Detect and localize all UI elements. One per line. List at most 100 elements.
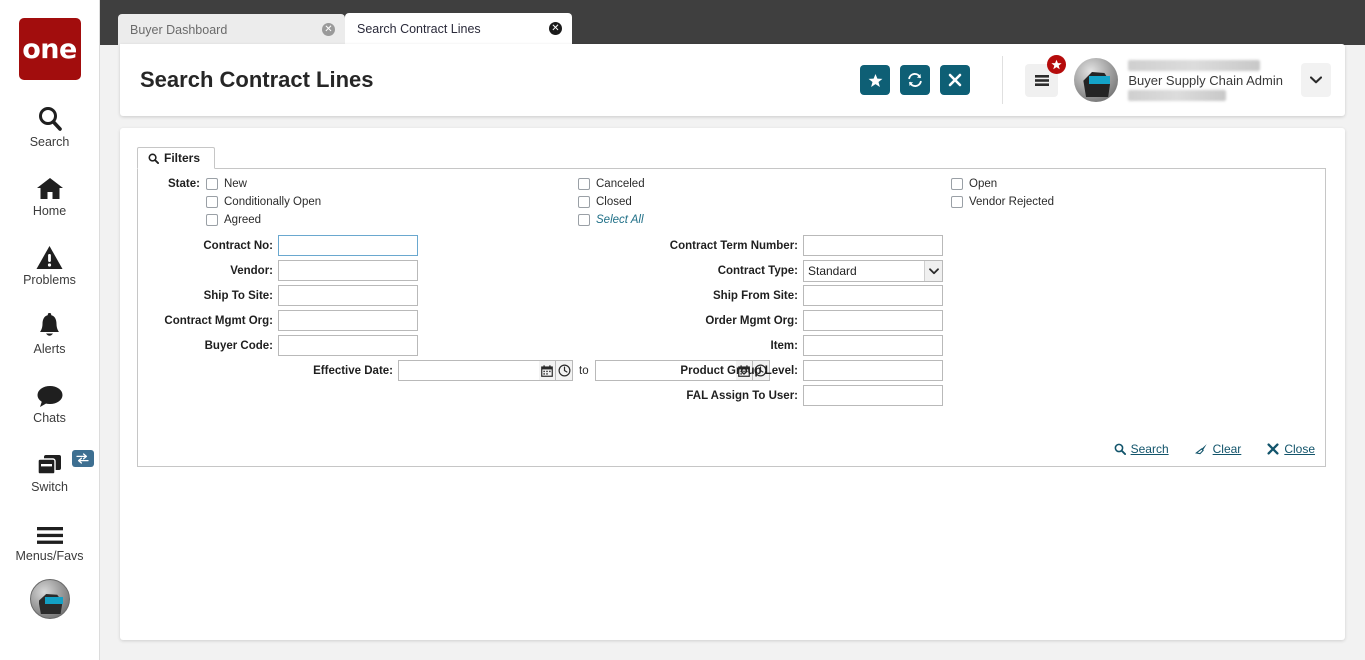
header-menu-button[interactable]: [1025, 64, 1058, 97]
panel-tab-row: Filters: [137, 147, 1326, 169]
field-contract-type-label: Contract Type:: [718, 265, 798, 277]
field-contract-no-label: Contract No:: [203, 240, 273, 252]
contract-term-number-input[interactable]: [803, 235, 943, 256]
hamburger-icon: [36, 516, 64, 546]
checkbox-open[interactable]: [951, 178, 963, 190]
sidebar-item-search[interactable]: Search: [0, 102, 100, 149]
field-contract-mgmt-org: Contract Mgmt Org:: [138, 310, 418, 331]
swap-arrows-icon[interactable]: [72, 450, 94, 467]
sidebar-item-label: Search: [30, 135, 70, 149]
tab-filters-label: Filters: [164, 151, 200, 165]
close-action-link[interactable]: Close: [1267, 442, 1315, 456]
state-row-closed: Closed: [578, 196, 632, 208]
clear-action-link[interactable]: Clear: [1195, 442, 1242, 456]
chevron-down-icon: [1310, 76, 1322, 84]
home-icon: [36, 171, 64, 201]
ship-to-site-input[interactable]: [278, 285, 418, 306]
buyer-code-input[interactable]: [278, 335, 418, 356]
field-item-label: Item:: [771, 340, 798, 352]
effective-date-from-input[interactable]: [398, 360, 539, 381]
search-icon: [148, 153, 159, 164]
state-row-select-all: Select All: [578, 214, 644, 226]
chat-bubble-icon: [36, 378, 64, 408]
state-row-agreed: Agreed: [206, 214, 261, 226]
sidebar-item-menus-favs[interactable]: Menus/Favs: [0, 516, 100, 563]
checkbox-select-all-label[interactable]: Select All: [596, 214, 644, 226]
item-input[interactable]: [803, 335, 943, 356]
checkbox-new-label: New: [224, 178, 247, 190]
contract-mgmt-org-input[interactable]: [278, 310, 418, 331]
field-buyer-code-label: Buyer Code:: [205, 340, 273, 352]
search-action-link[interactable]: Search: [1114, 442, 1169, 456]
x-icon: [1267, 443, 1279, 455]
checkbox-agreed[interactable]: [206, 214, 218, 226]
user-menu-dropdown[interactable]: [1301, 63, 1331, 97]
checkbox-open-label: Open: [969, 178, 997, 190]
clock-icon[interactable]: [556, 360, 573, 381]
ship-from-site-input[interactable]: [803, 285, 943, 306]
checkbox-select-all[interactable]: [578, 214, 590, 226]
close-button[interactable]: [940, 65, 970, 95]
bell-icon: [37, 309, 62, 339]
x-icon: [948, 73, 962, 87]
contract-no-input[interactable]: [278, 235, 418, 256]
left-sidebar: one Search Home Problems Alerts Chats: [0, 0, 100, 660]
field-contract-no: Contract No:: [138, 235, 418, 256]
checkbox-new[interactable]: [206, 178, 218, 190]
header-divider: [1002, 56, 1003, 104]
checkbox-agreed-label: Agreed: [224, 214, 261, 226]
close-circle-icon[interactable]: ✕: [549, 22, 562, 35]
calendar-icon[interactable]: [539, 360, 556, 381]
product-group-level-input[interactable]: [803, 360, 943, 381]
app-logo[interactable]: one: [19, 18, 81, 80]
state-row-canceled: Canceled: [578, 178, 645, 190]
sidebar-item-alerts[interactable]: Alerts: [0, 309, 100, 356]
field-fal-assign-to-user: FAL Assign To User:: [698, 385, 943, 406]
chevron-down-icon[interactable]: [924, 261, 942, 281]
field-vendor-label: Vendor:: [230, 265, 273, 277]
field-ship-from-site: Ship From Site:: [698, 285, 943, 306]
contract-type-select[interactable]: Standard: [803, 260, 943, 282]
field-fal-assign-to-user-label: FAL Assign To User:: [686, 390, 798, 402]
state-row-new: State: New: [168, 178, 247, 190]
sidebar-item-switch[interactable]: Switch: [0, 447, 100, 494]
tab-search-contract-lines[interactable]: Search Contract Lines ✕: [345, 13, 572, 47]
favorite-button[interactable]: [860, 65, 890, 95]
field-order-mgmt-org: Order Mgmt Org:: [698, 310, 943, 331]
checkbox-closed[interactable]: [578, 196, 590, 208]
redacted-company-name: [1128, 60, 1260, 71]
eraser-icon: [1195, 443, 1208, 455]
sidebar-item-problems[interactable]: Problems: [0, 240, 100, 287]
sidebar-item-chats[interactable]: Chats: [0, 378, 100, 425]
order-mgmt-org-input[interactable]: [803, 310, 943, 331]
checkbox-conditionally-open[interactable]: [206, 196, 218, 208]
field-effective-date: Effective Date: to: [138, 360, 770, 381]
field-contract-mgmt-org-label: Contract Mgmt Org:: [164, 315, 273, 327]
vendor-input[interactable]: [278, 260, 418, 281]
tab-label: Search Contract Lines: [357, 22, 549, 36]
checkbox-canceled[interactable]: [578, 178, 590, 190]
sidebar-user-avatar[interactable]: [30, 579, 70, 619]
field-product-group-level: Product Group Level:: [698, 360, 943, 381]
fal-assign-to-user-input[interactable]: [803, 385, 943, 406]
field-ship-from-site-label: Ship From Site:: [713, 290, 798, 302]
field-contract-term-number-label: Contract Term Number:: [670, 240, 798, 252]
checkbox-closed-label: Closed: [596, 196, 632, 208]
star-badge-icon: [1047, 55, 1066, 74]
tab-buyer-dashboard[interactable]: Buyer Dashboard ✕: [118, 14, 345, 45]
browser-tab-strip: Buyer Dashboard ✕ Search Contract Lines …: [100, 0, 1365, 45]
field-order-mgmt-org-label: Order Mgmt Org:: [705, 315, 798, 327]
sidebar-item-home[interactable]: Home: [0, 171, 100, 218]
search-icon: [1114, 443, 1126, 455]
checkbox-conditionally-open-label: Conditionally Open: [224, 196, 321, 208]
redacted-user-detail: [1128, 90, 1226, 101]
tab-filters[interactable]: Filters: [137, 147, 215, 169]
user-avatar-icon[interactable]: [1074, 58, 1118, 102]
refresh-button[interactable]: [900, 65, 930, 95]
checkbox-vendor-rejected[interactable]: [951, 196, 963, 208]
field-item: Item:: [698, 335, 943, 356]
sidebar-item-label: Chats: [33, 411, 66, 425]
close-circle-icon[interactable]: ✕: [322, 23, 335, 36]
field-ship-to-site-label: Ship To Site:: [204, 290, 273, 302]
state-label: State:: [168, 178, 200, 190]
